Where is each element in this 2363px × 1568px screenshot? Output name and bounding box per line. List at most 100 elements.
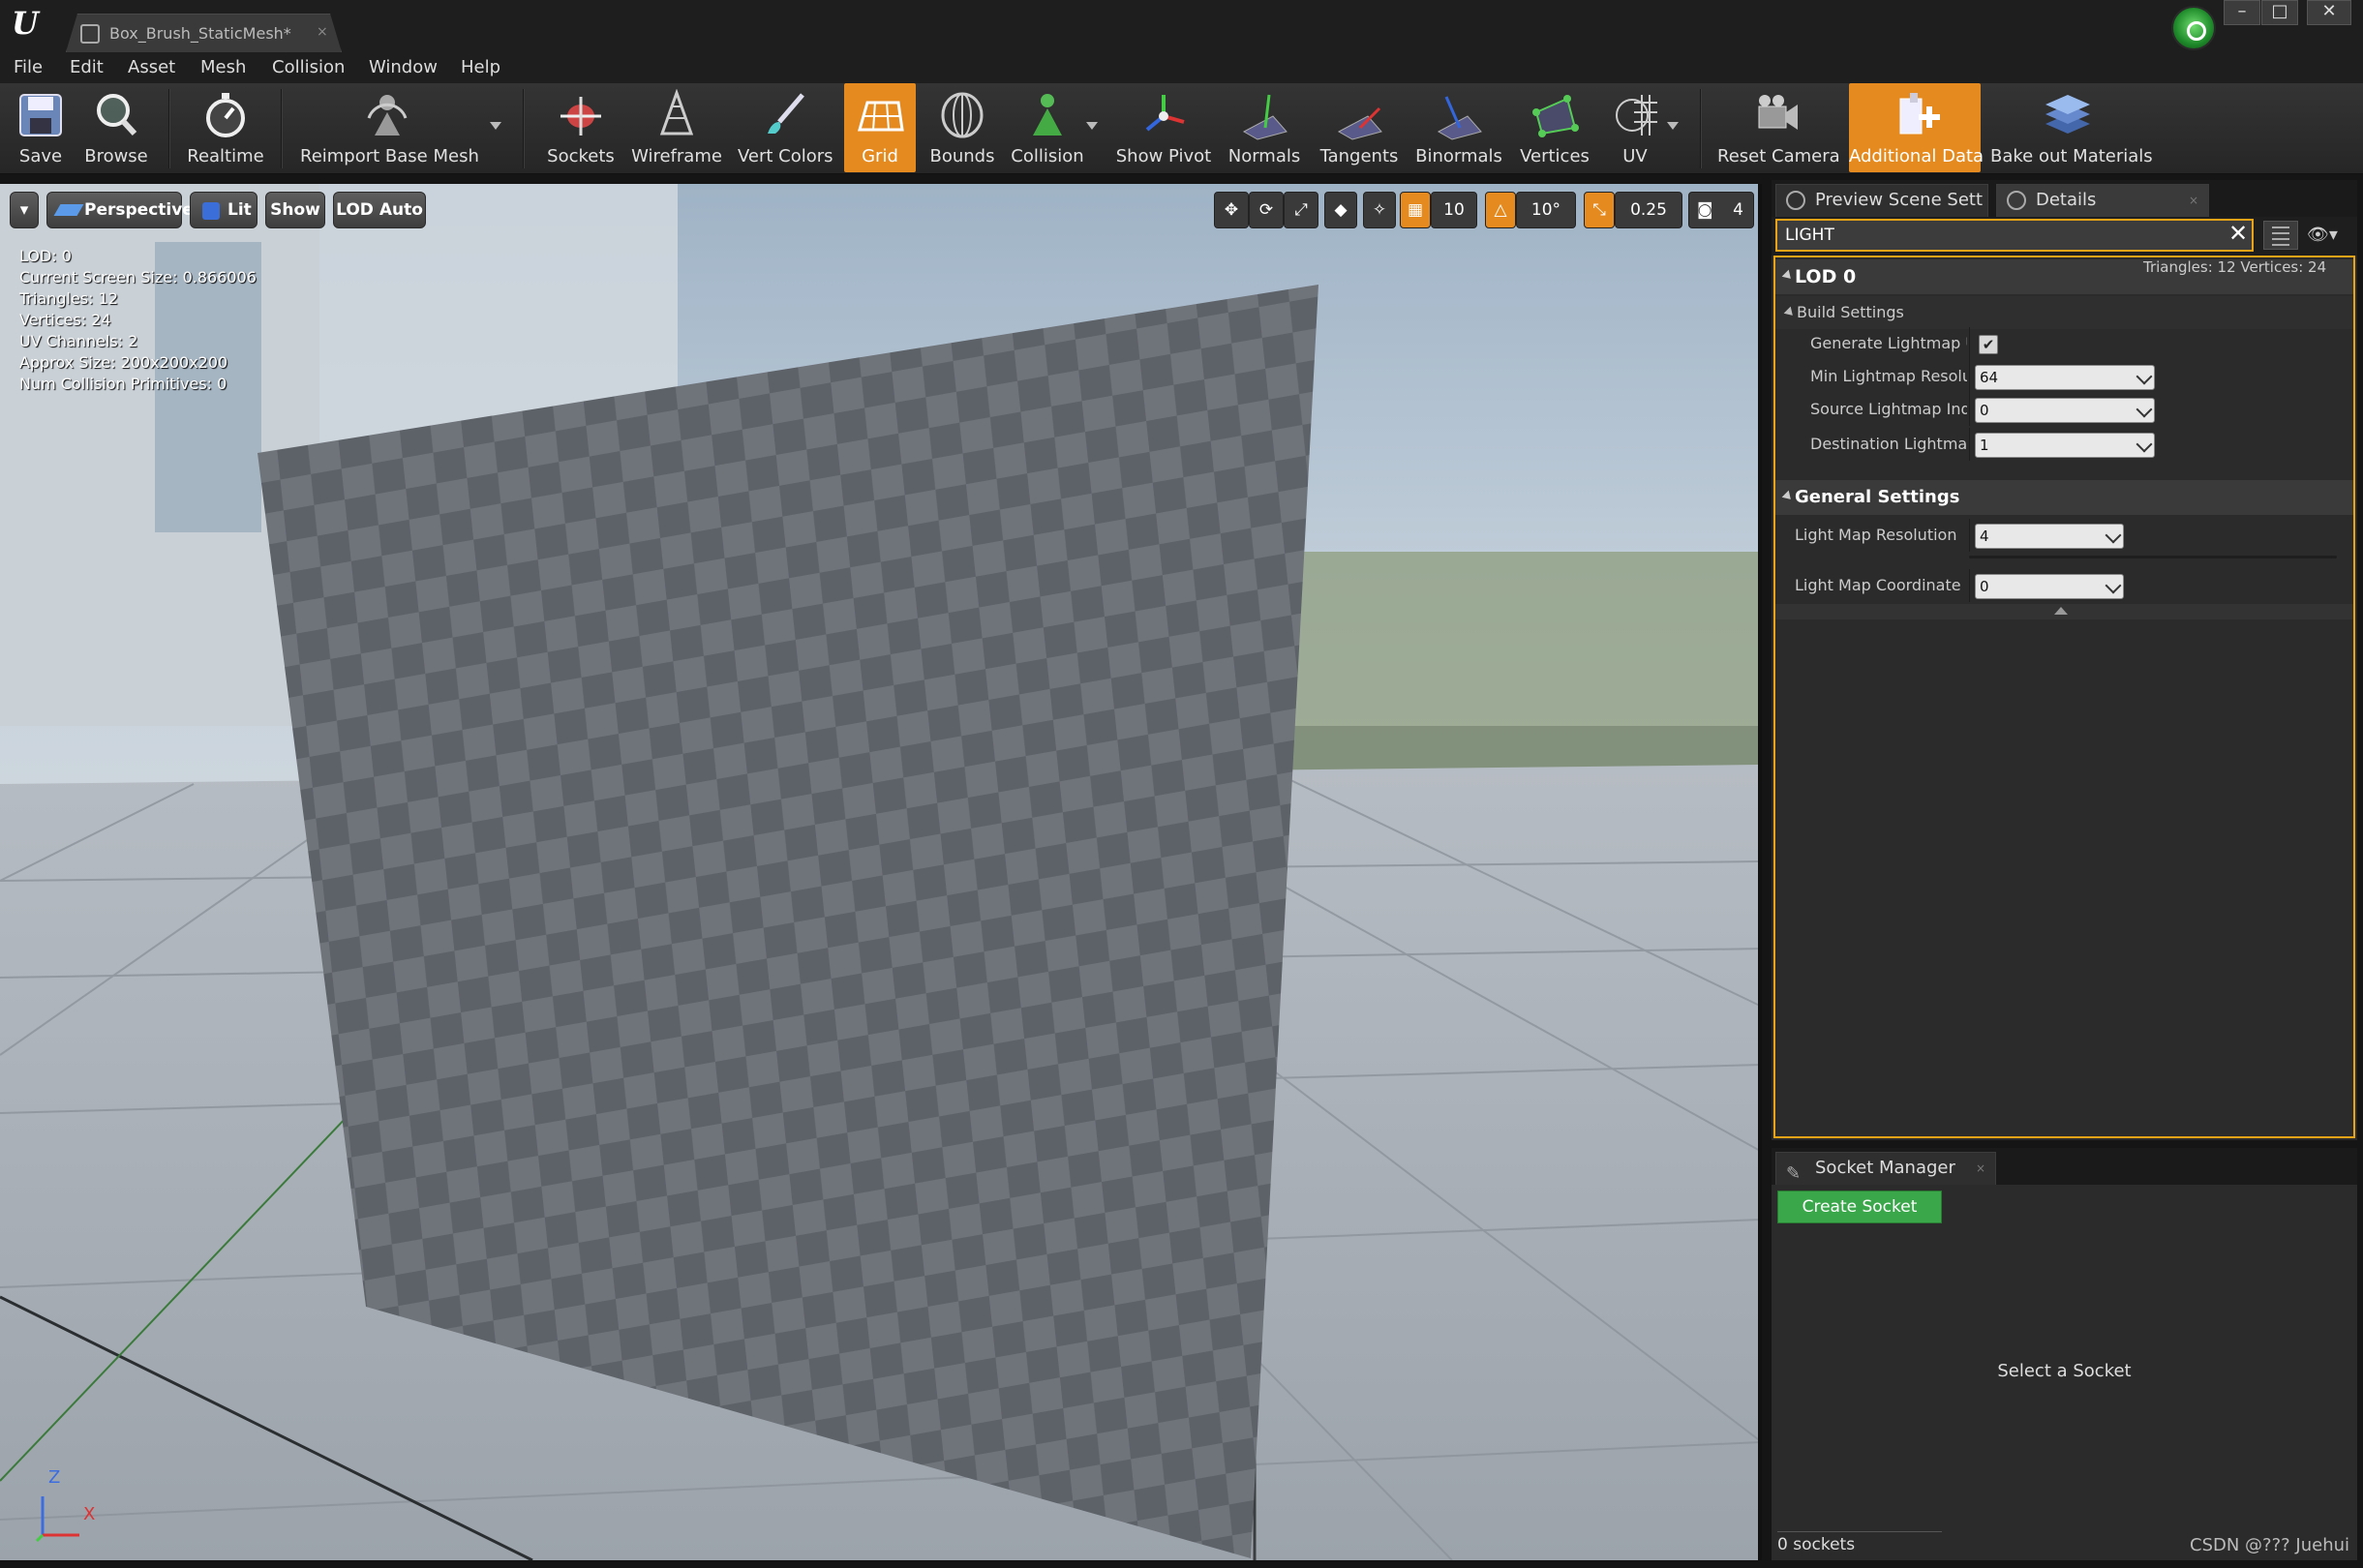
lod0-category[interactable]: LOD 0 Triangles: 12 Vertices: 24 bbox=[1775, 258, 2353, 294]
rotation-snap-icon[interactable]: △ bbox=[1485, 192, 1516, 228]
binormals-button[interactable]: Binormals bbox=[1413, 83, 1504, 172]
stat-approx-size: Approx Size: 200x200x200 bbox=[19, 353, 228, 372]
details-icon bbox=[2007, 191, 2026, 210]
normals-button[interactable]: Normals bbox=[1224, 83, 1305, 172]
camera-speed-icon: ◙ bbox=[1697, 200, 1713, 220]
unreal-logo-icon[interactable]: U bbox=[6, 2, 45, 45]
menu-collision[interactable]: Collision bbox=[272, 57, 345, 77]
light-map-resolution-field[interactable]: 4 bbox=[1975, 524, 2124, 549]
source-lightmap-index-field[interactable]: 0 bbox=[1975, 398, 2155, 423]
save-button[interactable]: Save bbox=[4, 83, 77, 172]
reimport-base-mesh-button[interactable]: Reimport Base Mesh bbox=[300, 83, 479, 172]
toolbar-separator bbox=[523, 89, 525, 168]
rotate-mode-icon[interactable]: ⟳ bbox=[1249, 192, 1284, 228]
mesh-stats-overlay: LOD: 0 Current Screen Size: 0.866006 Tri… bbox=[19, 246, 257, 395]
uv-label: UV bbox=[1622, 146, 1648, 166]
bounds-button[interactable]: Bounds bbox=[925, 83, 999, 172]
toolbar-separator bbox=[1700, 89, 1702, 168]
title-bar: U Box_Brush_StaticMesh* × – □ ✕ bbox=[0, 0, 2363, 54]
min-lightmap-resolution-field[interactable]: 64 bbox=[1975, 365, 2155, 390]
axis-x-label: X bbox=[83, 1504, 96, 1524]
reset-camera-button[interactable]: Reset Camera bbox=[1717, 83, 1840, 172]
browse-button[interactable]: Browse bbox=[81, 83, 151, 172]
spin-arrow-icon[interactable] bbox=[2136, 436, 2153, 453]
spin-arrow-icon[interactable] bbox=[2105, 527, 2122, 544]
world-local-icon[interactable]: ◆ bbox=[1324, 192, 1357, 228]
rotation-snap-value[interactable]: 10° bbox=[1516, 192, 1576, 228]
clear-search-icon[interactable]: ✕ bbox=[2228, 221, 2248, 246]
minimize-button[interactable]: – bbox=[2224, 0, 2260, 25]
uv-dropdown-arrow-icon[interactable] bbox=[1667, 122, 1679, 130]
menu-edit[interactable]: Edit bbox=[70, 57, 104, 77]
scale-snap-value[interactable]: 0.25 bbox=[1615, 192, 1682, 228]
menu-asset[interactable]: Asset bbox=[128, 57, 175, 77]
spin-arrow-icon[interactable] bbox=[2136, 401, 2153, 418]
property-matrix-icon[interactable] bbox=[2263, 221, 2298, 250]
close-tab-icon[interactable]: × bbox=[317, 24, 328, 40]
details-search-input[interactable]: LIGHT bbox=[1775, 219, 2254, 252]
viewport-options-button[interactable]: ▾ bbox=[10, 192, 39, 228]
show-pivot-button[interactable]: Show Pivot bbox=[1113, 83, 1214, 172]
vertices-button[interactable]: Vertices bbox=[1516, 83, 1593, 172]
mesh-viewport[interactable]: ▾ Perspective Lit Show LOD Auto LOD: 0 C… bbox=[0, 184, 1762, 1560]
perspective-button[interactable]: Perspective bbox=[46, 192, 194, 228]
close-tab-icon[interactable]: × bbox=[1976, 1153, 1985, 1184]
menu-window[interactable]: Window bbox=[369, 57, 438, 77]
collision-dropdown-arrow-icon[interactable] bbox=[1086, 122, 1098, 130]
create-socket-button[interactable]: Create Socket bbox=[1777, 1191, 1942, 1223]
destination-lightmap-index-field[interactable]: 1 bbox=[1975, 433, 2155, 458]
surface-snap-icon[interactable]: ✧ bbox=[1363, 192, 1396, 228]
grid-snap-value[interactable]: 10 bbox=[1431, 192, 1477, 228]
show-button[interactable]: Show bbox=[265, 192, 325, 228]
details-tab-strip: Preview Scene Sett Details × bbox=[1772, 180, 2357, 217]
tab-details[interactable]: Details × bbox=[1996, 184, 2209, 217]
reimport-icon bbox=[367, 95, 408, 136]
viewport-scene[interactable] bbox=[0, 184, 1762, 1560]
generate-lightmap-uv-checkbox[interactable]: ✔ bbox=[1979, 335, 1998, 354]
uv-button[interactable]: UV bbox=[1603, 83, 1667, 172]
view-options-eye-icon[interactable]: 👁▾ bbox=[2307, 225, 2346, 248]
expand-arrow-icon bbox=[1781, 269, 1795, 283]
sockets-button[interactable]: Sockets bbox=[546, 83, 616, 172]
additional-data-button[interactable]: Additional Data bbox=[1849, 83, 1984, 172]
spin-arrow-icon[interactable] bbox=[2105, 577, 2122, 594]
show-label: Show bbox=[270, 200, 320, 220]
asset-tab[interactable]: Box_Brush_StaticMesh* × bbox=[66, 14, 342, 52]
tangents-button[interactable]: Tangents bbox=[1318, 83, 1400, 172]
light-map-coordinate-index-field[interactable]: 0 bbox=[1975, 574, 2124, 599]
menu-help[interactable]: Help bbox=[461, 57, 500, 77]
tab-socket-manager[interactable]: ✎ Socket Manager × bbox=[1775, 1152, 1996, 1185]
lod-auto-button[interactable]: LOD Auto bbox=[333, 192, 426, 228]
close-tab-icon[interactable]: × bbox=[2189, 185, 2198, 216]
reimport-dropdown-arrow-icon[interactable] bbox=[490, 122, 501, 130]
scale-mode-icon[interactable]: ⤢ bbox=[1284, 192, 1318, 228]
maximize-button[interactable]: □ bbox=[2261, 0, 2298, 25]
toolbar: Save Browse Realtime Reimport Base Mesh … bbox=[0, 83, 2363, 174]
camera-speed-button[interactable]: ◙ 4 bbox=[1688, 192, 1754, 228]
build-settings-group[interactable]: Build Settings bbox=[1775, 296, 2353, 329]
advanced-expander[interactable] bbox=[1775, 604, 2353, 619]
translate-mode-icon[interactable]: ✥ bbox=[1214, 192, 1249, 228]
menu-mesh[interactable]: Mesh bbox=[200, 57, 246, 77]
settings-icon bbox=[1786, 191, 1805, 210]
realtime-button[interactable]: Realtime bbox=[184, 83, 267, 172]
general-settings-category[interactable]: General Settings bbox=[1775, 480, 2353, 515]
details-panel: Preview Scene Sett Details × LIGHT ✕ 👁▾ … bbox=[1772, 180, 2357, 1140]
stat-vertices: Vertices: 24 bbox=[19, 311, 111, 329]
scale-snap-icon[interactable]: ⤡ bbox=[1584, 192, 1615, 228]
reset-camera-label: Reset Camera bbox=[1717, 146, 1840, 166]
grid-snap-icon[interactable]: ▦ bbox=[1400, 192, 1431, 228]
grid-button[interactable]: Grid bbox=[844, 83, 916, 172]
wireframe-button[interactable]: Wireframe bbox=[631, 83, 722, 172]
collision-icon bbox=[1033, 94, 1062, 136]
binormals-label: Binormals bbox=[1415, 146, 1502, 166]
spin-arrow-icon[interactable] bbox=[2136, 368, 2153, 385]
tab-preview-scene-settings[interactable]: Preview Scene Sett bbox=[1775, 184, 1988, 217]
bake-out-materials-button[interactable]: Bake out Materials bbox=[1990, 83, 2153, 172]
lit-button[interactable]: Lit bbox=[190, 192, 258, 228]
vert-colors-button[interactable]: Vert Colors bbox=[738, 83, 833, 172]
collision-button[interactable]: Collision bbox=[1007, 83, 1088, 172]
source-control-status-icon[interactable] bbox=[2171, 6, 2216, 50]
menu-file[interactable]: File bbox=[14, 57, 43, 77]
close-window-button[interactable]: ✕ bbox=[2307, 0, 2351, 25]
